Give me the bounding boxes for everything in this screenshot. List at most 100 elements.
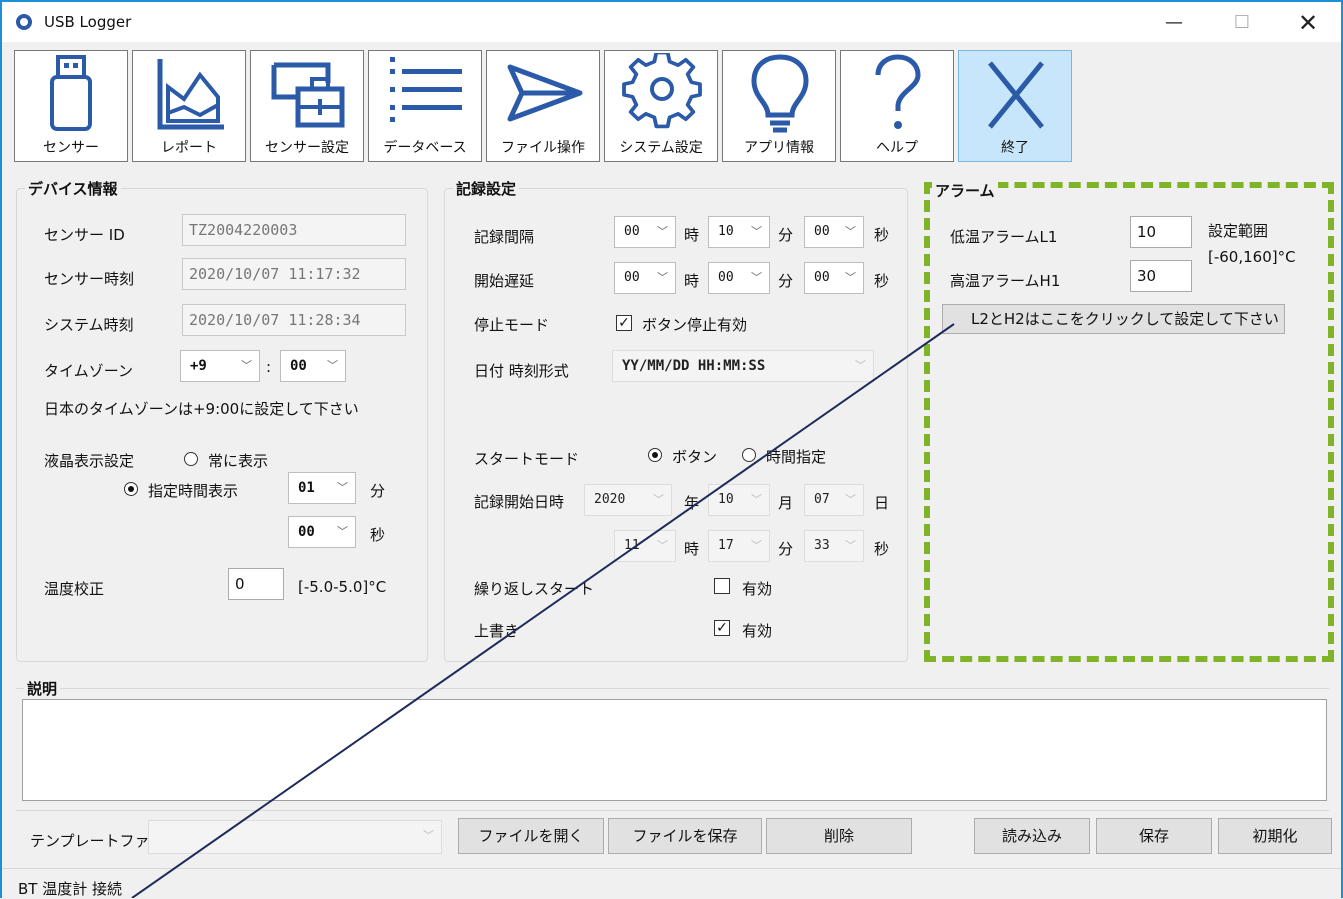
window-title: USB Logger xyxy=(44,13,132,31)
interval-second-unit: 秒 xyxy=(874,226,890,244)
chevron-down-icon: ﹀ xyxy=(657,271,668,284)
interval-hour-select[interactable]: 00 ﹀ xyxy=(614,216,676,248)
record-settings-title: 記録設定 xyxy=(453,178,520,199)
low-alarm-label: 低温アラームL1 xyxy=(950,228,1058,246)
report-button[interactable]: レポート xyxy=(132,50,246,162)
list-icon xyxy=(390,57,462,122)
system-settings-button[interactable]: システム設定 xyxy=(604,50,718,162)
chevron-down-icon: ﹀ xyxy=(751,493,762,506)
delete-button[interactable]: 削除 xyxy=(766,818,912,854)
exit-button[interactable]: 終了 xyxy=(958,50,1072,162)
app-info-button[interactable]: アプリ情報 xyxy=(722,50,836,162)
timezone-hour-value: +9 xyxy=(190,358,207,374)
timezone-note: 日本のタイムゾーンは+9:00に設定して下さい xyxy=(44,400,359,418)
sensor-settings-button-label: センサー設定 xyxy=(265,140,349,156)
lcd-second-value: 00 xyxy=(298,524,315,540)
start-minute-select[interactable]: 17 ﹀ xyxy=(708,530,770,562)
overwrite-checkbox[interactable]: ✓ xyxy=(714,620,730,636)
delay-minute-select[interactable]: 00 ﹀ xyxy=(708,262,770,294)
save-file-button[interactable]: ファイルを保存 xyxy=(608,818,762,854)
chevron-down-icon: ﹀ xyxy=(845,271,856,284)
start-minute-unit: 分 xyxy=(778,540,794,558)
chevron-down-icon: ﹀ xyxy=(751,271,762,284)
interval-minute-select[interactable]: 10 ﹀ xyxy=(708,216,770,248)
timezone-label: タイムゾーン xyxy=(44,362,133,380)
delay-label: 開始遅延 xyxy=(474,272,535,290)
start-button-radio[interactable] xyxy=(648,448,662,462)
timezone-hour-select[interactable]: +9 ﹀ xyxy=(180,350,260,382)
start-second-unit: 秒 xyxy=(874,540,890,558)
file-operation-button[interactable]: ファイル操作 xyxy=(486,50,600,162)
status-bar: BT 温度計 接続 xyxy=(2,868,1341,898)
reset-button[interactable]: 初期化 xyxy=(1218,818,1332,854)
date-format-select[interactable]: YY/MM/DD HH:MM:SS ﹀ xyxy=(612,350,874,382)
l2-h2-settings-button[interactable]: L2とH2はここをクリックして設定して下さい xyxy=(942,304,1285,334)
close-icon xyxy=(988,61,1044,129)
sensor-button[interactable]: センサー xyxy=(14,50,128,162)
delay-minute-value: 00 xyxy=(718,270,734,285)
lcd-always-radio[interactable] xyxy=(184,452,198,466)
stop-mode-label: 停止モード xyxy=(474,316,550,334)
maximize-button[interactable]: ☐ xyxy=(1222,10,1262,36)
chevron-down-icon: ﹀ xyxy=(653,493,664,506)
delay-second-select[interactable]: 00 ﹀ xyxy=(804,262,864,294)
lightbulb-icon xyxy=(751,54,809,133)
timezone-minute-value: 00 xyxy=(290,358,307,374)
chevron-down-icon: ﹀ xyxy=(845,493,856,506)
chevron-down-icon: ﹀ xyxy=(751,539,762,552)
start-time-radio[interactable] xyxy=(742,448,756,462)
chevron-down-icon: ﹀ xyxy=(337,481,348,494)
timezone-minute-select[interactable]: 00 ﹀ xyxy=(280,350,346,382)
exit-button-label: 終了 xyxy=(1001,140,1029,156)
open-file-button[interactable]: ファイルを開く xyxy=(458,818,604,854)
overwrite-enabled: 有効 xyxy=(742,622,773,640)
minimize-button[interactable]: — xyxy=(1154,10,1194,36)
range-value: [-60,160]°C xyxy=(1208,248,1296,266)
lcd-minute-select[interactable]: 01 ﹀ xyxy=(288,472,356,504)
save-button[interactable]: 保存 xyxy=(1096,818,1212,854)
help-button[interactable]: ヘルプ xyxy=(840,50,954,162)
report-button-label: レポート xyxy=(161,140,217,156)
lcd-timed-radio[interactable] xyxy=(124,482,138,496)
start-hour-unit: 時 xyxy=(684,540,700,558)
start-button-label: ボタン xyxy=(672,448,718,466)
load-button[interactable]: 読み込み xyxy=(974,818,1090,854)
repeat-start-checkbox[interactable] xyxy=(714,578,730,594)
app-logo-icon xyxy=(16,14,32,30)
sensor-id-field: TZ2004220003 xyxy=(182,214,406,246)
template-file-select[interactable]: ﹀ xyxy=(148,820,442,854)
date-format-value: YY/MM/DD HH:MM:SS xyxy=(622,358,766,374)
overwrite-label: 上書き xyxy=(474,622,520,640)
start-month-select[interactable]: 10 ﹀ xyxy=(708,484,770,516)
interval-second-select[interactable]: 00 ﹀ xyxy=(804,216,864,248)
start-year-unit: 年 xyxy=(684,494,700,512)
low-alarm-input[interactable]: 10 xyxy=(1130,216,1192,248)
chevron-down-icon: ﹀ xyxy=(327,359,338,372)
sensor-button-label: センサー xyxy=(43,140,99,156)
repeat-start-enabled: 有効 xyxy=(742,580,773,598)
interval-label: 記録間隔 xyxy=(474,228,535,246)
description-textarea[interactable] xyxy=(22,699,1327,801)
alarm-title: アラーム xyxy=(932,180,998,201)
chevron-down-icon: ﹀ xyxy=(845,539,856,552)
sensor-settings-button[interactable]: センサー設定 xyxy=(250,50,364,162)
app-window: USB Logger — ☐ ✕ センサー レポート センサー設定 データベース… xyxy=(0,0,1343,898)
file-operation-button-label: ファイル操作 xyxy=(501,140,585,156)
close-window-button[interactable]: ✕ xyxy=(1288,10,1328,36)
start-hour-select[interactable]: 11 ﹀ xyxy=(614,530,676,562)
start-year-select[interactable]: 2020 ﹀ xyxy=(584,484,672,516)
start-second-select[interactable]: 33 ﹀ xyxy=(804,530,864,562)
range-label: 設定範囲 xyxy=(1208,222,1269,240)
delay-hour-select[interactable]: 00 ﹀ xyxy=(614,262,676,294)
database-button-label: データベース xyxy=(383,140,467,156)
delay-hour-unit: 時 xyxy=(684,272,700,290)
start-day-select[interactable]: 07 ﹀ xyxy=(804,484,864,516)
database-button[interactable]: データベース xyxy=(368,50,482,162)
lcd-second-select[interactable]: 00 ﹀ xyxy=(288,516,356,548)
repeat-start-label: 繰り返しスタート xyxy=(474,580,595,598)
high-alarm-input[interactable]: 30 xyxy=(1130,260,1192,292)
start-minute-value: 17 xyxy=(718,538,734,553)
calibration-input[interactable]: 0 xyxy=(228,568,284,600)
calibration-range: [-5.0-5.0]°C xyxy=(298,578,387,596)
stop-button-checkbox[interactable]: ✓ xyxy=(616,315,632,331)
